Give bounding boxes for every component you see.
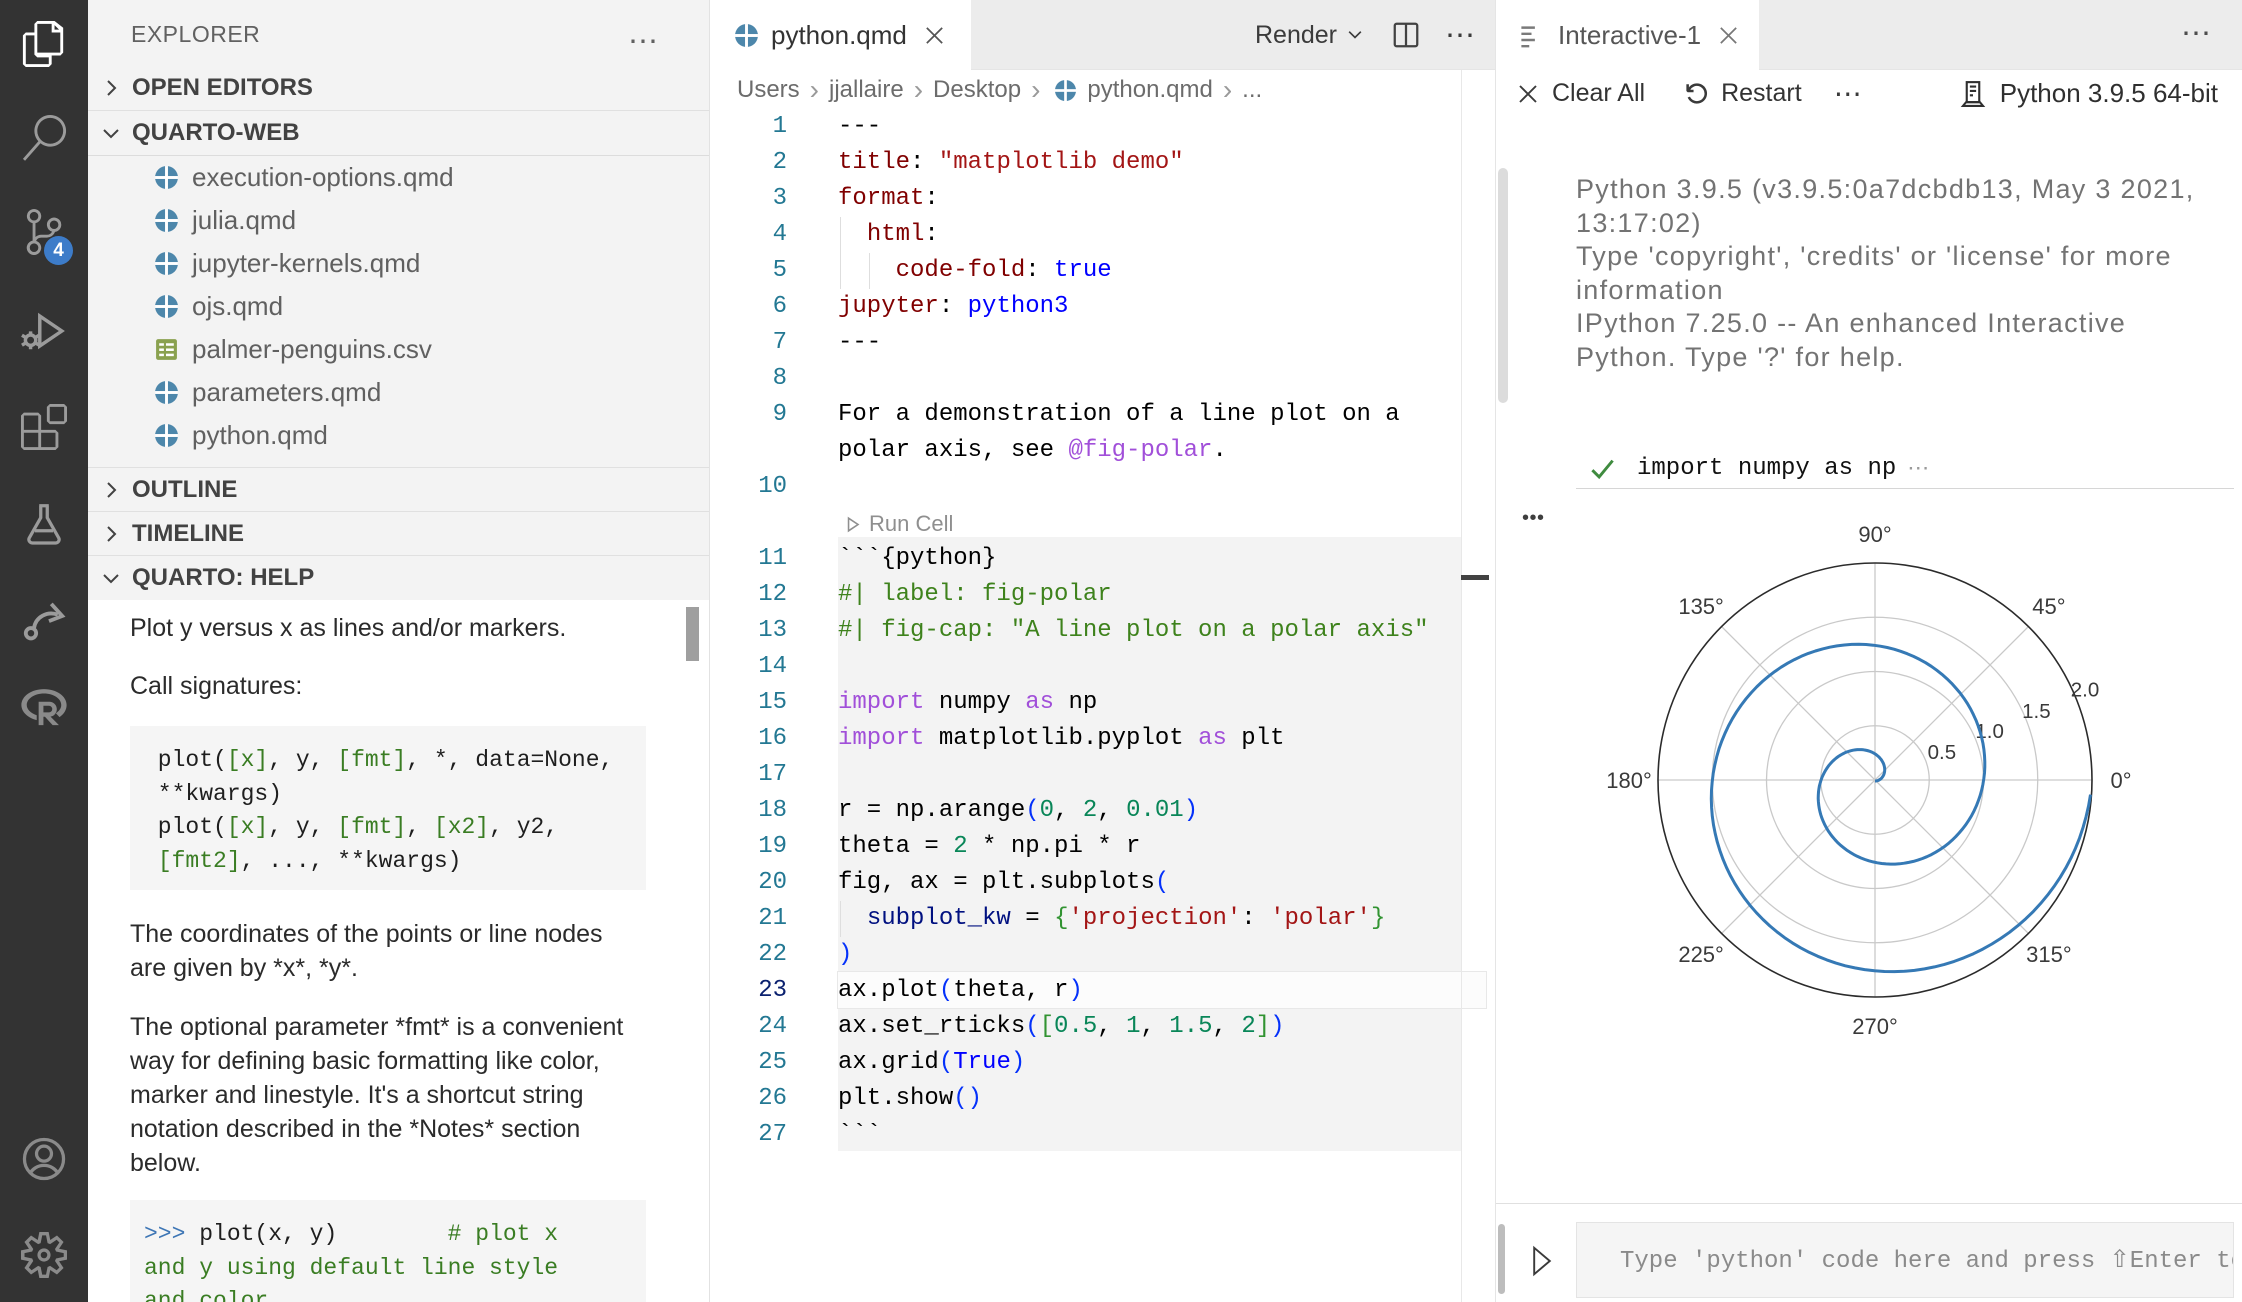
svg-text:90°: 90° [1858, 522, 1891, 547]
svg-text:2.0: 2.0 [2071, 679, 2100, 702]
svg-text:0°: 0° [2110, 768, 2131, 793]
svg-text:225°: 225° [1678, 942, 1724, 967]
svg-text:315°: 315° [2026, 942, 2072, 967]
svg-text:135°: 135° [1678, 594, 1724, 619]
svg-text:180°: 180° [1606, 768, 1652, 793]
svg-text:1.5: 1.5 [2022, 700, 2051, 723]
svg-text:0.5: 0.5 [1928, 741, 1957, 764]
svg-text:45°: 45° [2032, 594, 2065, 619]
svg-text:270°: 270° [1852, 1014, 1898, 1039]
